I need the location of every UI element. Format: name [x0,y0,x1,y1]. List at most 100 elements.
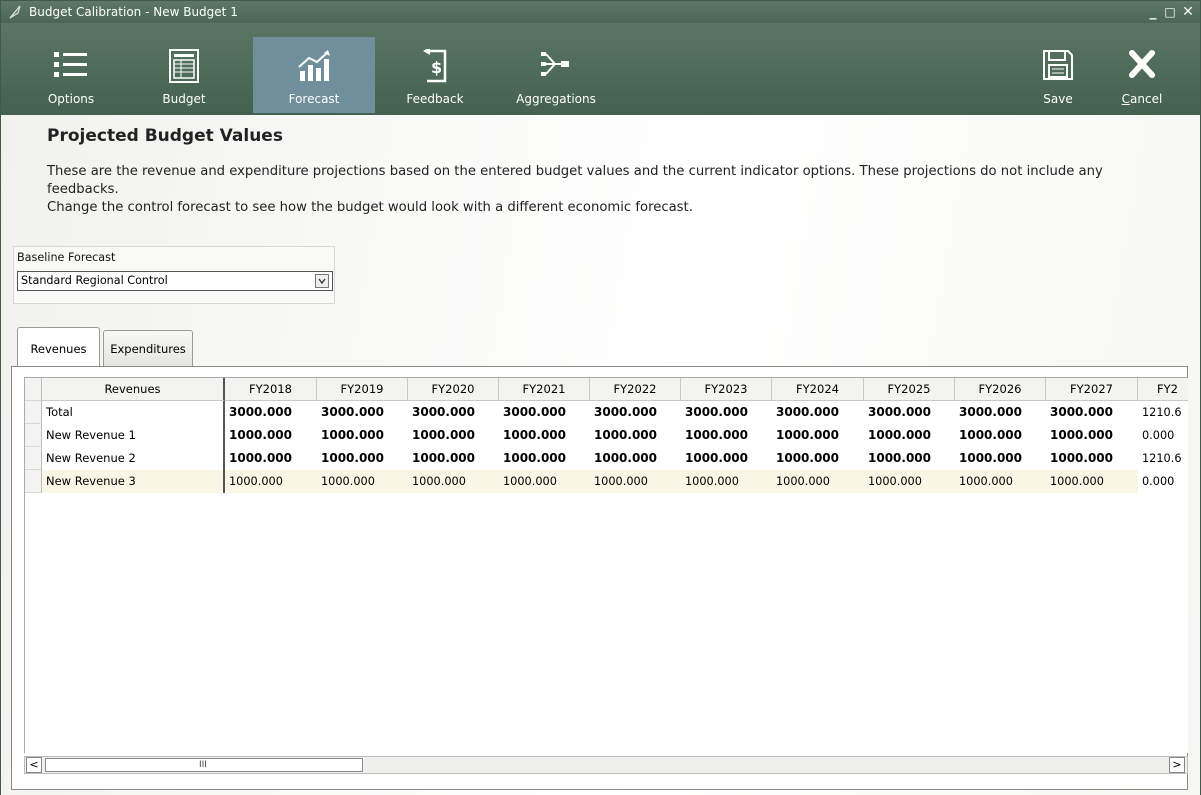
value-cell[interactable]: 1000.000 [499,470,590,493]
column-header[interactable]: FY2 [1138,378,1188,401]
value-cell[interactable]: 1000.000 [1046,470,1138,493]
list-icon [54,52,87,77]
value-cell[interactable]: 3000.000 [955,401,1046,424]
row-selector[interactable] [25,401,42,424]
row-selector[interactable] [25,424,42,447]
value-cell[interactable]: 1000.000 [408,470,499,493]
value-cell[interactable]: 1000.000 [499,447,590,470]
baseline-forecast-select[interactable]: Standard Regional Control [17,271,333,291]
column-header[interactable]: FY2022 [590,378,681,401]
budget-calibration-window: Budget Calibration - New Budget 1 _ □ ✕ … [0,0,1201,795]
column-header[interactable]: FY2026 [955,378,1046,401]
baseline-forecast-label: Baseline Forecast [17,251,116,264]
column-header[interactable]: FY2021 [499,378,590,401]
budget-sheet-icon [169,49,199,83]
value-cell[interactable]: 0.000 [1138,470,1188,493]
cancel-label: Cancel [1109,92,1175,106]
column-header[interactable]: FY2027 [1046,378,1138,401]
value-cell[interactable]: 1000.000 [1046,424,1138,447]
table-row[interactable]: New Revenue 3 1000.000 1000.000 1000.000 100… [25,470,1188,493]
value-cell[interactable]: 1000.000 [590,424,681,447]
value-cell[interactable]: 1000.000 [225,447,317,470]
budget-button[interactable]: Budget [140,37,228,113]
column-header[interactable]: FY2025 [864,378,955,401]
value-cell[interactable]: 1000.000 [317,447,408,470]
scroll-right-button[interactable]: > [1169,757,1185,773]
row-selector[interactable] [25,447,42,470]
value-cell[interactable]: 1000.000 [681,470,772,493]
value-cell[interactable]: 1000.000 [1046,447,1138,470]
value-cell[interactable]: 3000.000 [681,401,772,424]
header-corner-cell[interactable] [25,378,42,401]
value-cell[interactable]: 3000.000 [225,401,317,424]
value-cell[interactable]: 3000.000 [499,401,590,424]
cancel-mnemonic: C [1121,92,1131,106]
value-cell[interactable]: 1000.000 [772,470,864,493]
close-window-button[interactable]: ✕ [1179,3,1197,21]
value-cell[interactable]: 3000.000 [864,401,955,424]
value-cell[interactable]: 1000.000 [225,424,317,447]
value-cell[interactable]: 1000.000 [590,470,681,493]
column-header[interactable]: Revenues [42,378,225,401]
row-selector[interactable] [25,470,42,493]
value-cell[interactable]: 1000.000 [590,447,681,470]
row-name-cell: New Revenue 3 [42,470,225,493]
value-cell[interactable]: 1000.000 [955,424,1046,447]
minimize-button[interactable]: _ [1144,3,1162,21]
column-header[interactable]: FY2020 [408,378,499,401]
ribbon-toolbar: Options Budget Forecast $ Feedback Aggre… [1,23,1200,115]
table-row[interactable]: Total 3000.000 3000.000 3000.000 3000.000 300… [25,401,1188,424]
horizontal-scrollbar[interactable]: < III > [24,756,1188,774]
feedback-button[interactable]: $ Feedback [391,37,479,113]
value-cell[interactable]: 1000.000 [408,447,499,470]
row-name-cell: Total [42,401,225,424]
value-cell[interactable]: 1000.000 [864,470,955,493]
value-cell[interactable]: 1000.000 [772,424,864,447]
value-cell[interactable]: 1000.000 [955,447,1046,470]
value-cell[interactable]: 3000.000 [1046,401,1138,424]
value-cell[interactable]: 1000.000 [772,447,864,470]
value-cell[interactable]: 0.000 [1138,424,1188,447]
options-button[interactable]: Options [27,37,115,113]
value-cell[interactable]: 1210.6 [1138,401,1188,424]
value-cell[interactable]: 3000.000 [590,401,681,424]
value-cell[interactable]: 1000.000 [864,424,955,447]
chevron-down-icon[interactable] [315,274,329,288]
column-header[interactable]: FY2018 [225,378,317,401]
value-cell[interactable]: 1000.000 [864,447,955,470]
value-cell[interactable]: 1000.000 [499,424,590,447]
value-cell[interactable]: 3000.000 [772,401,864,424]
save-button[interactable]: Save [1027,37,1089,113]
maximize-button[interactable]: □ [1161,3,1179,21]
tab-expenditures[interactable]: Expenditures [103,330,193,367]
grid-header-row: Revenues FY2018 FY2019 FY2020 FY2021 FY2022 FY… [25,378,1188,401]
cancel-button[interactable]: Cancel [1109,37,1175,113]
revenues-grid[interactable]: Revenues FY2018 FY2019 FY2020 FY2021 FY2022 FY… [24,377,1188,753]
column-header[interactable]: FY2019 [317,378,408,401]
value-cell[interactable]: 1000.000 [225,470,317,493]
column-header[interactable]: FY2024 [772,378,864,401]
value-cell[interactable]: 1000.000 [681,447,772,470]
baseline-forecast-group: Baseline Forecast Standard Regional Cont… [13,246,335,304]
revenues-grid-panel: Revenues FY2018 FY2019 FY2020 FY2021 FY2022 FY… [11,366,1188,790]
value-cell[interactable]: 3000.000 [317,401,408,424]
value-cell[interactable]: 1210.6 [1138,447,1188,470]
value-cell[interactable]: 1000.000 [955,470,1046,493]
forecast-label: Forecast [288,92,340,106]
scrollbar-thumb[interactable]: III [45,758,363,772]
tab-revenues[interactable]: Revenues [17,327,100,368]
value-cell[interactable]: 1000.000 [681,424,772,447]
value-cell[interactable]: 1000.000 [408,424,499,447]
value-cell[interactable]: 3000.000 [408,401,499,424]
column-header[interactable]: FY2023 [681,378,772,401]
feather-app-icon [9,5,21,19]
value-cell[interactable]: 1000.000 [317,470,408,493]
value-cell[interactable]: 1000.000 [317,424,408,447]
scrollbar-grip: III [199,760,207,770]
description-line-1: These are the revenue and expenditure pr… [47,164,1103,179]
scroll-left-button[interactable]: < [26,757,42,773]
table-row[interactable]: New Revenue 1 1000.000 1000.000 1000.000 100… [25,424,1188,447]
table-row[interactable]: New Revenue 2 1000.000 1000.000 1000.000 100… [25,447,1188,470]
aggregations-button[interactable]: Aggregations [509,37,603,113]
forecast-button[interactable]: Forecast [253,37,375,113]
